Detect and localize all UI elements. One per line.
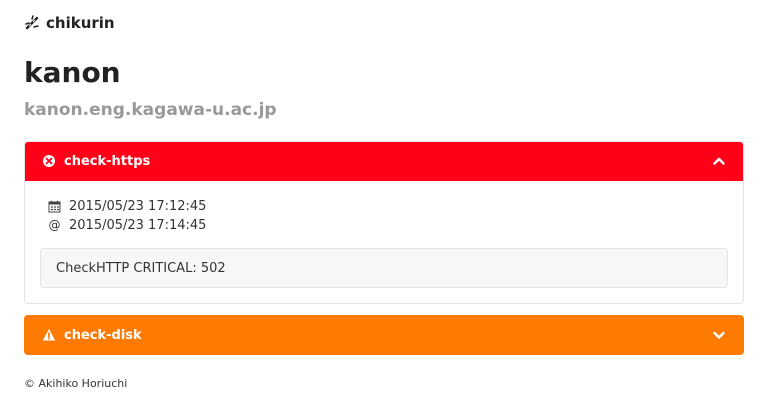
check-name: check-https [64,153,151,169]
at-icon: @ [48,218,61,232]
x-circle-icon [42,154,56,168]
calendar-icon [48,200,61,213]
check-body-https: 2015/05/23 17:12:45 @ 2015/05/23 17:14:4… [25,181,743,303]
check-panel-disk: check-disk [24,315,744,355]
host-fqdn: kanon.eng.kagawa-u.ac.jp [24,100,277,120]
chevron-up-icon[interactable] [712,154,726,168]
updated-time-row: @ 2015/05/23 17:14:45 [40,216,728,235]
check-name: check-disk [64,327,142,343]
footer-copyright: © Akihiko Horiuchi [24,377,128,390]
detected-time: 2015/05/23 17:12:45 [69,199,207,214]
brand-name: chikurin [46,14,115,32]
warning-triangle-icon [42,328,56,342]
check-output: CheckHTTP CRITICAL: 502 [40,248,728,288]
detected-time-row: 2015/05/23 17:12:45 [40,197,728,216]
check-header-https[interactable]: check-https [25,142,743,181]
updated-time: 2015/05/23 17:14:45 [69,218,207,233]
check-panel-https: check-https 2015/05/23 17:12:45 @ 2015/0… [24,141,744,304]
check-output-text: CheckHTTP CRITICAL: 502 [56,260,226,276]
check-header-disk[interactable]: check-disk [24,315,744,355]
host-title: kanon [24,56,121,89]
chevron-down-icon[interactable] [712,328,726,342]
bamboo-icon [24,15,40,31]
brand[interactable]: chikurin [24,14,115,32]
